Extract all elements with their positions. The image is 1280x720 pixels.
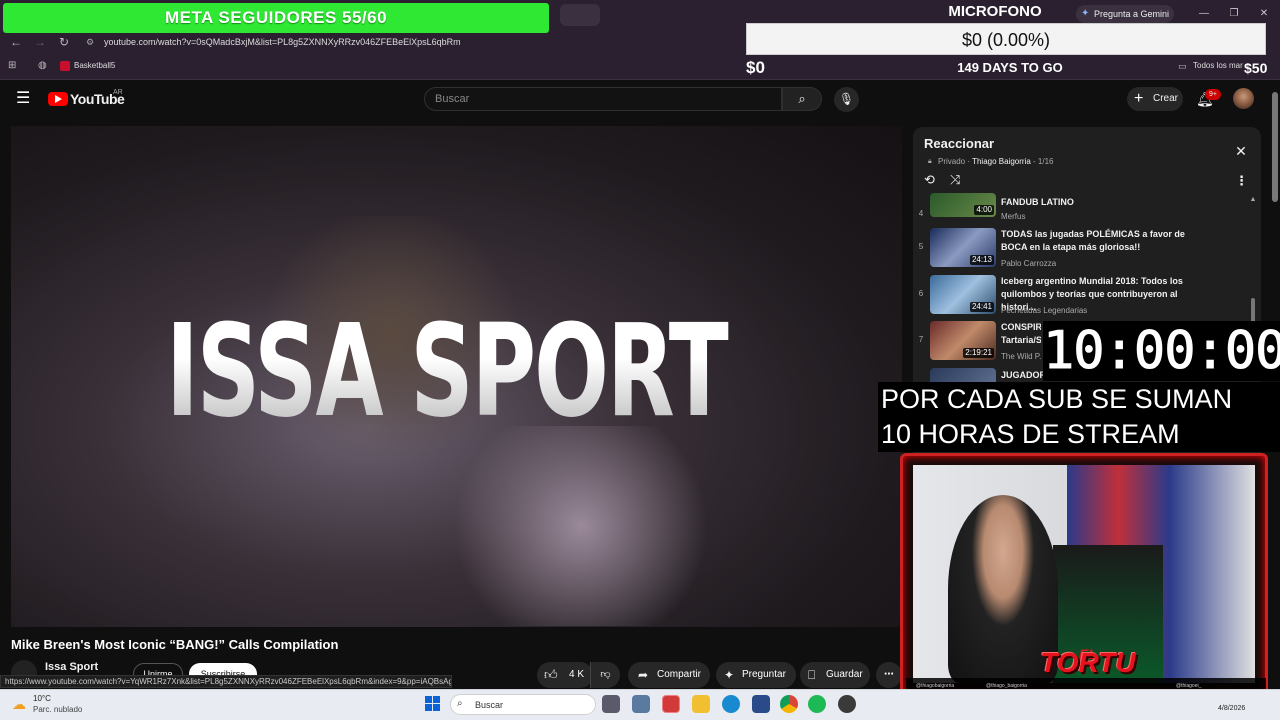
minimize-button[interactable]: — xyxy=(1194,6,1214,22)
close-icon[interactable]: ✕ xyxy=(1234,144,1248,158)
playlist-item-title: TODAS las jugadas POLÉMICAS a favor de B… xyxy=(1001,229,1185,252)
weather-icon[interactable]: ☁ xyxy=(12,695,30,713)
donation-max: $50 xyxy=(1244,60,1268,76)
donation-min: $0 xyxy=(746,58,765,77)
maximize-button[interactable]: ❐ xyxy=(1224,6,1244,22)
subathon-rule: POR CADA SUB SE SUMAN 10 HORAS DE STREAM xyxy=(878,382,1280,452)
shuffle-icon[interactable]: ⤨ xyxy=(950,172,966,188)
playlist-item-title: FANDUB LATINO xyxy=(1001,197,1074,207)
duration-badge: 2:19:21 xyxy=(963,348,994,358)
reload-icon[interactable]: ↻ xyxy=(56,34,72,50)
search-input[interactable]: Buscar xyxy=(424,87,782,111)
sparkle-icon: ✦ xyxy=(724,668,735,682)
forward-icon[interactable]: → xyxy=(32,34,48,50)
playlist-thumbnail: 24:13 xyxy=(930,228,996,267)
close-window-button[interactable]: ✕ xyxy=(1254,6,1274,22)
file-explorer-icon[interactable] xyxy=(692,695,710,713)
duration-badge: 24:13 xyxy=(969,255,994,265)
dislike-button[interactable]: 👎︎ xyxy=(590,662,620,688)
browser-tab[interactable] xyxy=(560,4,600,26)
globe-icon[interactable]: ◍ xyxy=(38,60,50,72)
weather-description[interactable]: Parc. nublado xyxy=(33,705,82,715)
playlist-thumbnail: 2:19:21 xyxy=(930,321,996,360)
weather-temperature[interactable]: 10°C xyxy=(33,694,51,704)
share-icon: ➦ xyxy=(638,668,649,682)
days-left: 149 DAYS TO GO xyxy=(957,60,1063,75)
playlist-item[interactable]: 5 24:13 TODAS las jugadas POLÉMICAS a fa… xyxy=(913,228,1251,275)
bookmark-icon: ⎕ xyxy=(808,668,816,682)
duration-badge: 24:41 xyxy=(969,302,994,312)
playlist-item-index: 6 xyxy=(918,289,924,298)
subathon-rule-line1: POR CADA SUB SE SUMAN xyxy=(881,384,1233,414)
playlist-privacy: Privado xyxy=(938,157,966,166)
video-overlay-text: ISSA SPORT xyxy=(166,305,766,437)
country-code: AR xyxy=(113,89,123,96)
link-status-bar: https://www.youtube.com/watch?v=YqWR1Rz7… xyxy=(0,675,452,688)
playlist-item-channel: The Wild P... xyxy=(1001,352,1041,361)
thumbs-up-icon: 👍︎ xyxy=(544,667,558,682)
playlist-owner[interactable]: Thiago Baigorria xyxy=(972,157,1031,166)
playlist-item-title: JUGADOR... xyxy=(1001,370,1046,380)
user-avatar[interactable] xyxy=(1233,88,1254,109)
duration-badge: 4:00 xyxy=(974,205,994,215)
playlist-item-channel: Pablo Carrozza xyxy=(1001,259,1057,268)
streaming-app-icon[interactable] xyxy=(662,695,680,713)
subathon-timer: 10:00:00 xyxy=(1043,321,1280,382)
clock-date[interactable]: 4/8/2026 xyxy=(1218,705,1245,712)
chrome-icon[interactable] xyxy=(780,695,798,713)
playlist-position: 1/16 xyxy=(1037,157,1054,166)
video-title: Mike Breen's Most Iconic “BANG!” Calls C… xyxy=(11,637,339,652)
playlist-thumbnail: 24:41 xyxy=(930,275,996,314)
bookmark-basketball[interactable]: Basketball5 xyxy=(74,60,115,72)
playlist-meta: Privado · Thiago Baigorria - 1/16 xyxy=(938,157,1054,166)
app-icon[interactable] xyxy=(838,695,856,713)
store-icon[interactable] xyxy=(752,695,770,713)
apps-icon[interactable]: ⊞ xyxy=(8,60,20,72)
folder-icon: ▭ xyxy=(1178,61,1187,71)
playlist-item-title: CONSPIR... Tartaria/S... xyxy=(1001,322,1041,345)
lock-icon: 🔒︎ xyxy=(928,158,932,165)
video-player[interactable]: ISSA SPORT xyxy=(11,126,902,627)
spotify-icon[interactable] xyxy=(808,695,826,713)
task-view-icon[interactable] xyxy=(602,695,620,713)
taskbar-search-input[interactable]: Buscar xyxy=(450,694,596,715)
edge-icon[interactable] xyxy=(722,695,740,713)
url-field[interactable]: youtube.com/watch?v=0sQMadcBxjM&list=PL8… xyxy=(78,33,658,51)
plus-icon: + xyxy=(1134,90,1144,107)
playlist-item-index: 4 xyxy=(918,209,924,218)
donation-goal-label: MICROFONO xyxy=(948,3,1042,20)
video-frame-shape xyxy=(431,426,731,626)
playlist-item-channel: Pecheadas Legendarias xyxy=(1001,306,1088,315)
play-triangle-icon xyxy=(55,95,62,103)
more-actions-icon[interactable]: ⋯ xyxy=(876,662,902,688)
menu-icon[interactable]: ☰ xyxy=(16,91,32,107)
notification-badge: 9+ xyxy=(1205,89,1221,100)
playlist-thumbnail xyxy=(930,368,996,382)
search-icon[interactable]: ⌕ xyxy=(782,87,822,111)
channel-name[interactable]: Issa Sport xyxy=(45,661,98,674)
loop-icon[interactable]: ⟲ xyxy=(924,172,940,188)
playlist-item[interactable]: 6 24:41 Iceberg argentino Mundial 2018: … xyxy=(913,275,1251,322)
subathon-rule-line2: 10 HORAS DE STREAM xyxy=(881,419,1180,449)
playlist-more-icon[interactable]: ⋮ xyxy=(1235,173,1248,189)
playlist-thumbnail: 4:00 xyxy=(930,193,996,217)
microphone-icon[interactable]: 🎙︎ xyxy=(834,87,859,112)
settings-icon[interactable] xyxy=(632,695,650,713)
playlist-item-index: 5 xyxy=(918,242,924,251)
bookmark-favicon-icon xyxy=(60,61,70,71)
gemini-icon: ✦ xyxy=(1081,8,1090,19)
page-scrollbar[interactable] xyxy=(1272,92,1278,202)
thumbs-down-icon: 👎︎ xyxy=(600,669,611,680)
donation-progress-bar: $0 (0.00%) xyxy=(746,23,1266,55)
playlist-title[interactable]: Reaccionar xyxy=(924,136,994,152)
playlist-item-index: 7 xyxy=(918,335,924,344)
back-icon[interactable]: ← xyxy=(8,34,24,50)
playlist-item-channel: Merfus xyxy=(1001,212,1026,221)
follower-goal-bar: META SEGUIDORES 55/60 xyxy=(3,3,549,33)
windows-start-icon[interactable] xyxy=(425,696,441,712)
all-bookmarks[interactable]: Todos los mar xyxy=(1193,60,1243,72)
search-icon: ⌕ xyxy=(457,698,463,709)
